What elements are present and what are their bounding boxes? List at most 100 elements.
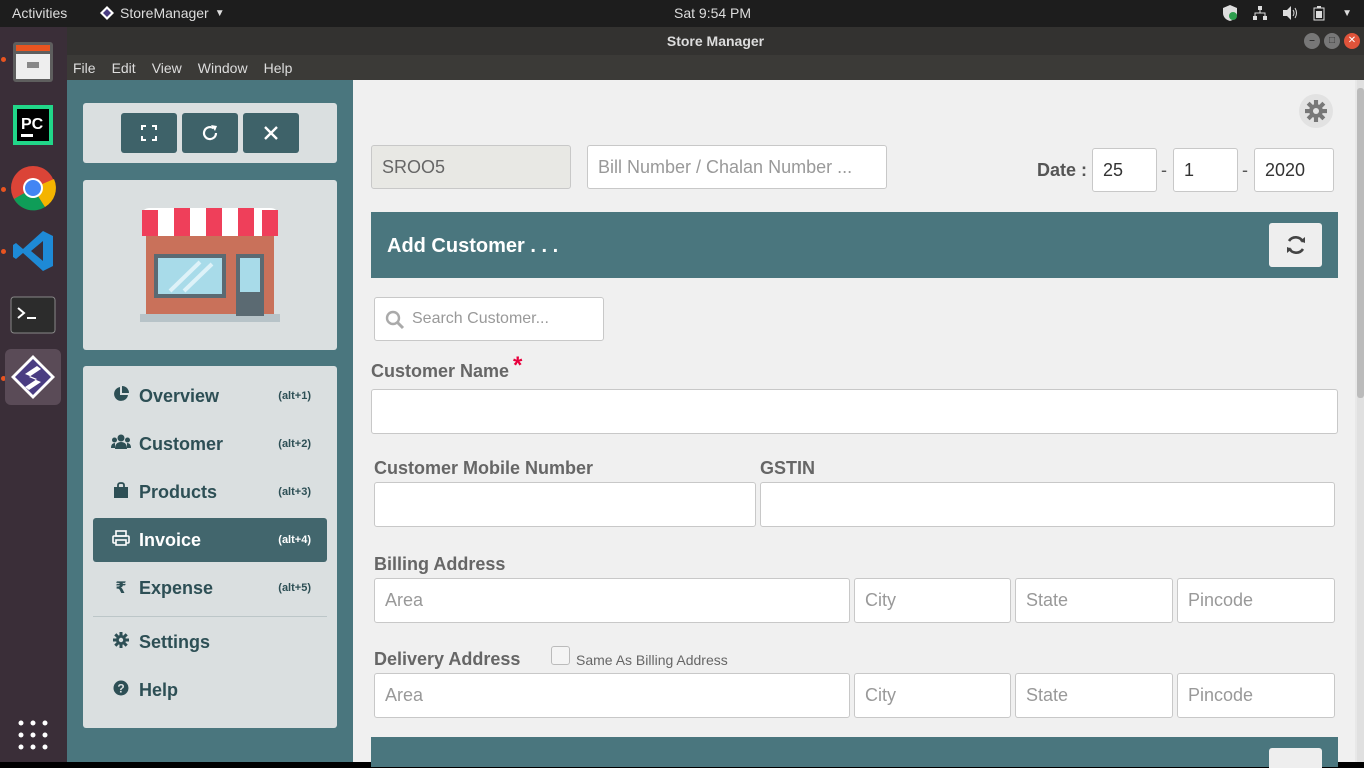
nav-divider xyxy=(93,616,327,617)
store-code-field[interactable]: SROO5 xyxy=(371,145,571,189)
svg-text:?: ? xyxy=(117,681,124,695)
nav-label: Help xyxy=(139,679,179,700)
rupee-icon: ₹ xyxy=(115,580,127,597)
window-title: Store Manager xyxy=(666,33,765,49)
app-menu-label: StoreManager xyxy=(120,5,209,21)
date-year-input[interactable]: 2020 xyxy=(1254,148,1334,192)
same-as-billing-label[interactable]: Same As Billing Address xyxy=(576,652,728,668)
shield-icon[interactable] xyxy=(1222,4,1238,22)
gstin-input[interactable] xyxy=(760,482,1335,527)
menu-help[interactable]: Help xyxy=(264,60,293,76)
billing-city-input[interactable]: City xyxy=(854,578,1011,623)
nav-label: Invoice xyxy=(139,529,202,550)
nav-label: Overview xyxy=(139,385,220,406)
menu-window[interactable]: Window xyxy=(198,60,248,76)
nav-label: Expense xyxy=(139,577,214,598)
delivery-pincode-input[interactable]: Pincode xyxy=(1177,673,1335,718)
date-month-input[interactable]: 1 xyxy=(1173,148,1238,192)
next-section-header xyxy=(371,737,1338,768)
add-customer-header: Add Customer . . . xyxy=(371,212,1338,278)
nav-item-settings[interactable]: Settings xyxy=(93,620,327,664)
date-day-input[interactable]: 25 xyxy=(1092,148,1157,192)
navigation-panel: Overview (alt+1) Customer (alt+2) Produc… xyxy=(83,366,337,728)
gear-icon xyxy=(111,631,131,653)
nav-shortcut: (alt+2) xyxy=(278,438,311,450)
gear-icon xyxy=(1305,100,1327,122)
billing-state-input[interactable]: State xyxy=(1015,578,1173,623)
nav-item-overview[interactable]: Overview (alt+1) xyxy=(93,374,327,418)
close-window-button[interactable]: ✕ xyxy=(1344,33,1360,49)
close-app-button[interactable] xyxy=(243,113,299,153)
system-top-bar: Activities StoreManager ▼ Sat 9:54 PM ▼ xyxy=(0,0,1364,27)
menu-edit[interactable]: Edit xyxy=(112,60,136,76)
shopping-bag-icon xyxy=(111,481,131,503)
nav-shortcut: (alt+3) xyxy=(278,486,311,498)
nav-item-invoice[interactable]: Invoice (alt+4) xyxy=(93,518,327,562)
required-indicator: * xyxy=(513,352,523,379)
scrollbar-thumb[interactable] xyxy=(1357,88,1364,398)
terminal-app-icon[interactable] xyxy=(5,287,61,343)
files-app-icon[interactable] xyxy=(5,34,61,90)
delivery-city-input[interactable]: City xyxy=(854,673,1011,718)
billing-address-label: Billing Address xyxy=(374,554,506,574)
search-icon xyxy=(385,310,405,330)
customer-refresh-button[interactable] xyxy=(1269,223,1322,267)
show-applications-icon[interactable] xyxy=(18,720,48,755)
app-menu-icon xyxy=(100,6,114,20)
invoice-main: SROO5 Bill Number / Chalan Number ... Da… xyxy=(353,80,1355,768)
date-separator: - xyxy=(1161,160,1167,180)
billing-pincode-input[interactable]: Pincode xyxy=(1177,578,1335,623)
nav-shortcut: (alt+1) xyxy=(278,390,311,402)
volume-icon[interactable] xyxy=(1282,5,1298,21)
menu-view[interactable]: View xyxy=(152,60,182,76)
window-title-bar[interactable]: Store Manager – □ ✕ xyxy=(67,27,1364,55)
fullscreen-button[interactable] xyxy=(121,113,177,153)
customer-name-input[interactable] xyxy=(371,389,1338,434)
menu-file[interactable]: File xyxy=(73,60,96,76)
refresh-icon xyxy=(202,125,218,141)
chrome-app-icon[interactable] xyxy=(5,160,61,216)
delivery-state-input[interactable]: State xyxy=(1015,673,1173,718)
date-label: Date : xyxy=(1037,160,1088,180)
system-tray[interactable]: ▼ xyxy=(1222,4,1352,22)
nav-item-products[interactable]: Products (alt+3) xyxy=(93,470,327,514)
system-menu-chevron-icon[interactable]: ▼ xyxy=(1342,8,1352,19)
nav-item-customer[interactable]: Customer (alt+2) xyxy=(93,422,327,466)
clock[interactable]: Sat 9:54 PM xyxy=(674,5,751,21)
menu-bar: File Edit View Window Help xyxy=(67,55,1364,80)
delivery-area-input[interactable]: Area xyxy=(374,673,850,718)
nav-item-expense[interactable]: ₹ Expense (alt+5) xyxy=(93,566,327,610)
refresh-icon xyxy=(1286,236,1305,254)
mobile-label: Customer Mobile Number xyxy=(374,458,594,478)
search-placeholder: Search Customer... xyxy=(412,310,549,327)
reload-button[interactable] xyxy=(182,113,238,153)
same-as-billing-checkbox[interactable] xyxy=(551,646,570,665)
section-title: Add Customer . . . xyxy=(387,235,559,257)
activities-button[interactable]: Activities xyxy=(12,5,67,21)
storemanager-app-icon[interactable] xyxy=(5,349,61,405)
pycharm-app-icon[interactable]: PC xyxy=(5,97,61,153)
users-icon xyxy=(111,434,131,455)
next-section-refresh-button[interactable] xyxy=(1269,748,1322,768)
app-menu[interactable]: StoreManager ▼ xyxy=(100,5,225,21)
nav-label: Customer xyxy=(139,433,224,454)
nav-item-help[interactable]: ? Help xyxy=(93,668,327,712)
billing-area-input[interactable]: Area xyxy=(374,578,850,623)
nav-shortcut: (alt+5) xyxy=(278,582,311,594)
nav-label: Products xyxy=(139,481,218,502)
settings-button[interactable] xyxy=(1299,94,1333,128)
gstin-label: GSTIN xyxy=(760,458,816,478)
printer-icon xyxy=(111,529,131,551)
battery-icon[interactable] xyxy=(1312,5,1328,21)
nav-shortcut: (alt+4) xyxy=(278,534,311,546)
mobile-number-input[interactable] xyxy=(374,482,756,527)
pie-chart-icon xyxy=(111,385,131,407)
network-icon[interactable] xyxy=(1252,5,1268,21)
vscode-app-icon[interactable] xyxy=(5,223,61,279)
scrollbar[interactable] xyxy=(1357,80,1364,762)
maximize-window-button[interactable]: □ xyxy=(1324,33,1340,49)
customer-search-input[interactable]: Search Customer... xyxy=(374,297,604,341)
bill-number-input[interactable]: Bill Number / Chalan Number ... xyxy=(587,145,887,189)
minimize-window-button[interactable]: – xyxy=(1304,33,1320,49)
expand-icon xyxy=(141,125,157,141)
